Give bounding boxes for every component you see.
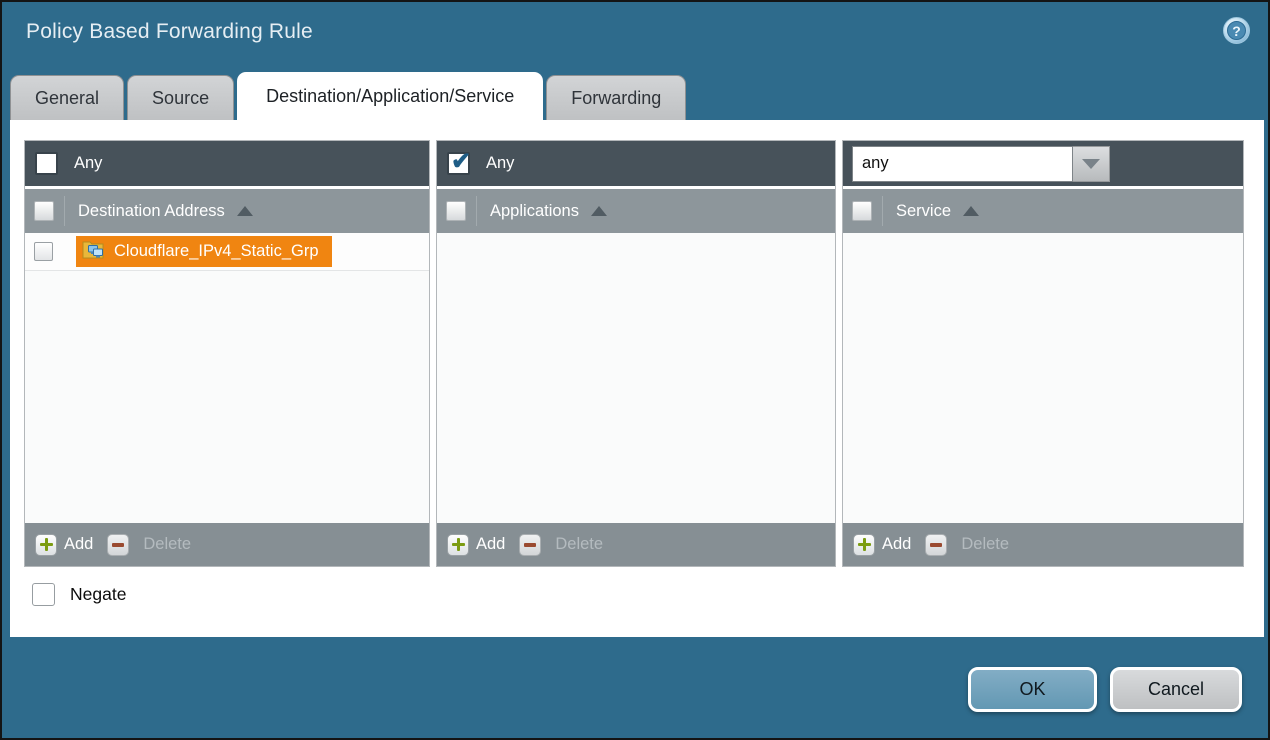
plus-icon — [35, 534, 57, 556]
tab-source[interactable]: Source — [127, 75, 234, 120]
destination-any-checkbox[interactable] — [35, 152, 58, 175]
sort-ascending-icon[interactable] — [237, 206, 253, 216]
applications-list — [437, 233, 835, 523]
negate-checkbox[interactable] — [32, 583, 55, 606]
header-divider — [882, 196, 883, 226]
destination-delete-button[interactable]: Delete — [107, 534, 191, 556]
destination-address-column: Any Destination Address — [24, 140, 430, 567]
destination-list: Cloudflare_IPv4_Static_Grp — [25, 233, 429, 523]
service-select-all-checkbox[interactable] — [852, 201, 872, 221]
applications-any-label: Any — [486, 154, 514, 173]
destination-select-all-checkbox[interactable] — [34, 201, 54, 221]
applications-header-label[interactable]: Applications — [490, 202, 579, 221]
destination-item-selected[interactable]: Cloudflare_IPv4_Static_Grp — [76, 236, 332, 267]
destination-column-header: Destination Address — [25, 186, 429, 233]
destination-any-label: Any — [74, 154, 102, 173]
service-dropdown-value[interactable]: any — [852, 146, 1073, 182]
dialog-title: Policy Based Forwarding Rule — [26, 20, 313, 44]
minus-icon — [107, 534, 129, 556]
applications-footer: Add Delete — [437, 523, 835, 566]
destination-any-bar: Any — [25, 141, 429, 186]
tab-forwarding[interactable]: Forwarding — [546, 75, 686, 120]
help-icon[interactable]: ? — [1223, 17, 1250, 44]
destination-header-label[interactable]: Destination Address — [78, 202, 225, 221]
question-mark-icon: ? — [1227, 21, 1246, 40]
plus-icon — [853, 534, 875, 556]
columns-container: Any Destination Address — [24, 140, 1244, 567]
service-mode-dropdown[interactable]: any — [852, 146, 1110, 182]
service-column-header: Service — [843, 186, 1243, 233]
destination-item-label: Cloudflare_IPv4_Static_Grp — [114, 242, 319, 261]
ok-button[interactable]: OK — [968, 667, 1097, 712]
service-column: any Service Add — [842, 140, 1244, 567]
cancel-button[interactable]: Cancel — [1110, 667, 1242, 712]
destination-footer: Add Delete — [25, 523, 429, 566]
sort-ascending-icon[interactable] — [591, 206, 607, 216]
service-delete-button[interactable]: Delete — [925, 534, 1009, 556]
chevron-down-icon — [1082, 159, 1100, 169]
address-group-icon — [82, 239, 106, 264]
tab-destination-application-service[interactable]: Destination/Application/Service — [237, 72, 543, 120]
dropdown-button[interactable] — [1073, 146, 1110, 182]
service-footer: Add Delete — [843, 523, 1243, 566]
dialog-action-buttons: OK Cancel — [968, 667, 1242, 712]
applications-column: Any Applications Add — [436, 140, 836, 567]
applications-any-checkbox[interactable] — [447, 152, 470, 175]
destination-list-item: Cloudflare_IPv4_Static_Grp — [25, 233, 429, 271]
applications-select-all-checkbox[interactable] — [446, 201, 466, 221]
destination-add-button[interactable]: Add — [35, 534, 93, 556]
tab-content-panel: Any Destination Address — [10, 120, 1264, 637]
minus-icon — [519, 534, 541, 556]
applications-column-header: Applications — [437, 186, 835, 233]
applications-any-bar: Any — [437, 141, 835, 186]
destination-item-checkbox[interactable] — [34, 242, 53, 261]
tab-general[interactable]: General — [10, 75, 124, 120]
service-list — [843, 233, 1243, 523]
policy-based-forwarding-rule-dialog: Policy Based Forwarding Rule ? General S… — [0, 0, 1270, 740]
applications-add-button[interactable]: Add — [447, 534, 505, 556]
header-divider — [476, 196, 477, 226]
negate-row: Negate — [32, 583, 126, 606]
service-add-button[interactable]: Add — [853, 534, 911, 556]
header-divider — [64, 196, 65, 226]
negate-label: Negate — [70, 584, 126, 605]
sort-ascending-icon[interactable] — [963, 206, 979, 216]
plus-icon — [447, 534, 469, 556]
applications-delete-button[interactable]: Delete — [519, 534, 603, 556]
tab-bar: General Source Destination/Application/S… — [10, 72, 686, 120]
service-dropdown-bar: any — [843, 141, 1243, 186]
minus-icon — [925, 534, 947, 556]
service-header-label[interactable]: Service — [896, 202, 951, 221]
